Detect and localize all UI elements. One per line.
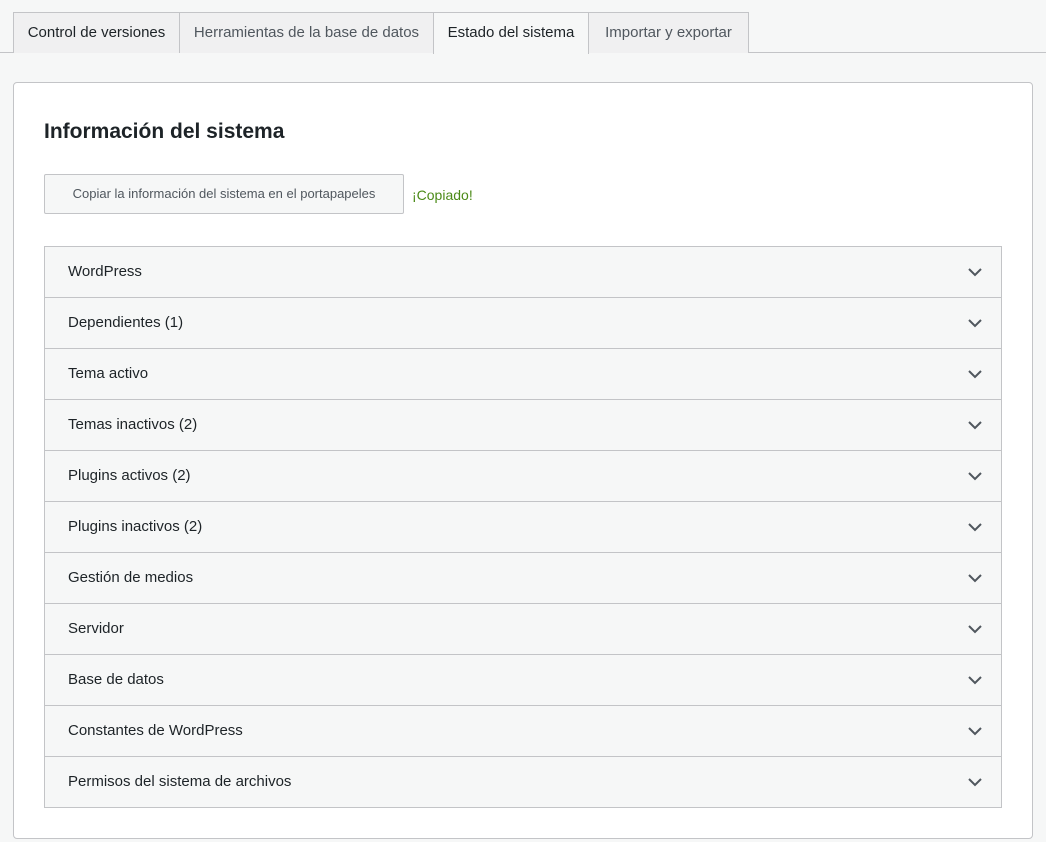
page-title: Información del sistema [44, 120, 285, 143]
chevron-down-icon [968, 268, 982, 277]
accordion-item-label: Gestión de medios [68, 569, 194, 586]
tab-herramientas-base-de-datos[interactable]: Herramientas de la base de datos [179, 12, 434, 53]
chevron-down-icon [968, 625, 982, 634]
chevron-down-icon [968, 421, 982, 430]
copy-system-info-button[interactable]: Copiar la información del sistema en el … [44, 174, 404, 214]
chevron-down-icon [968, 574, 982, 583]
chevron-down-icon [968, 676, 982, 685]
tab-importar-y-exportar[interactable]: Importar y exportar [588, 12, 749, 53]
chevron-down-icon [968, 778, 982, 787]
accordion-item-dependientes[interactable]: Dependientes (1) [45, 298, 1001, 349]
system-info-accordion: WordPress Dependientes (1) Tema activo T… [44, 246, 1002, 808]
chevron-down-icon [968, 523, 982, 532]
accordion-item-label: Temas inactivos (2) [68, 416, 198, 433]
copied-notice: ¡Copiado! [412, 187, 473, 203]
accordion-item-label: Permisos del sistema de archivos [68, 773, 292, 790]
accordion-item-label: Plugins activos (2) [68, 467, 191, 484]
accordion-item-label: Dependientes (1) [68, 314, 184, 331]
chevron-down-icon [968, 370, 982, 379]
accordion-item-wordpress[interactable]: WordPress [45, 247, 1001, 298]
accordion-item-permisos-sistema-de-archivos[interactable]: Permisos del sistema de archivos [45, 757, 1001, 808]
accordion-item-tema-activo[interactable]: Tema activo [45, 349, 1001, 400]
chevron-down-icon [968, 472, 982, 481]
accordion-item-temas-inactivos[interactable]: Temas inactivos (2) [45, 400, 1001, 451]
chevron-down-icon [968, 727, 982, 736]
accordion-item-label: Tema activo [68, 365, 149, 382]
accordion-item-servidor[interactable]: Servidor [45, 604, 1001, 655]
accordion-item-label: Plugins inactivos (2) [68, 518, 203, 535]
accordion-item-label: Constantes de WordPress [68, 722, 243, 739]
tab-control-de-versiones[interactable]: Control de versiones [13, 12, 180, 53]
accordion-item-plugins-activos[interactable]: Plugins activos (2) [45, 451, 1001, 502]
accordion-item-label: WordPress [68, 263, 142, 280]
chevron-down-icon [968, 319, 982, 328]
accordion-item-gestion-de-medios[interactable]: Gestión de medios [45, 553, 1001, 604]
tab-estado-del-sistema[interactable]: Estado del sistema [433, 12, 589, 54]
accordion-item-base-de-datos[interactable]: Base de datos [45, 655, 1001, 706]
accordion-item-label: Servidor [68, 620, 124, 637]
accordion-item-label: Base de datos [68, 671, 164, 688]
system-info-panel: Información del sistema Copiar la inform… [13, 82, 1033, 839]
tab-bar: Control de versiones Herramientas de la … [0, 0, 1046, 54]
accordion-item-constantes-de-wordpress[interactable]: Constantes de WordPress [45, 706, 1001, 757]
accordion-item-plugins-inactivos[interactable]: Plugins inactivos (2) [45, 502, 1001, 553]
